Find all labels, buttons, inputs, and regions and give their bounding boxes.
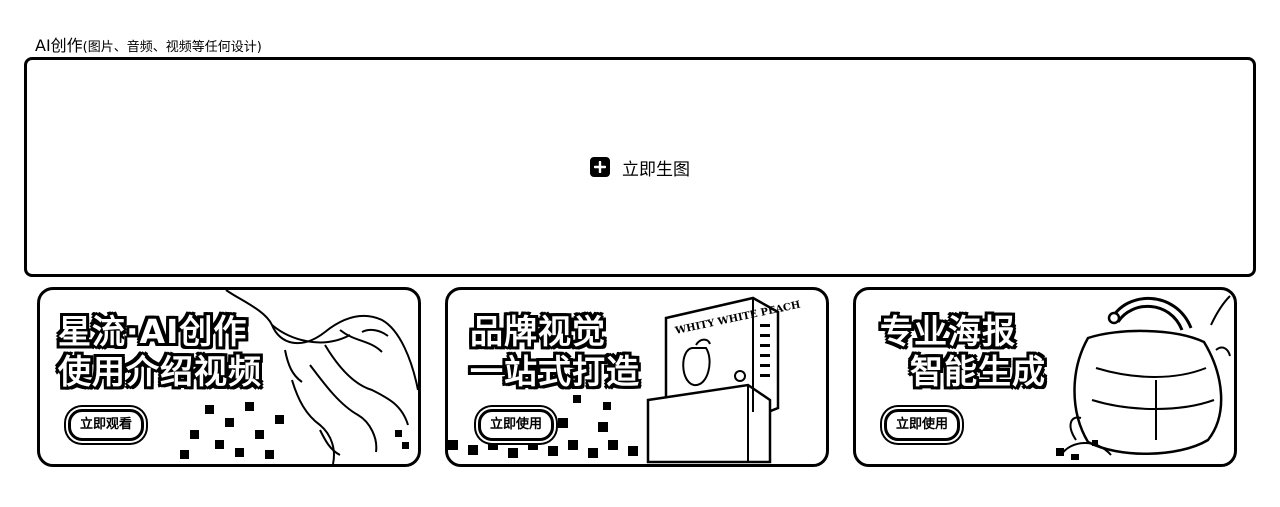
generate-image-label: 立即生图 bbox=[622, 159, 690, 180]
generate-image-panel[interactable]: 立即生图 bbox=[24, 57, 1256, 277]
section-title-main: AI创作 bbox=[35, 36, 83, 55]
card-intro-line2: 使用介绍视频 bbox=[58, 352, 262, 391]
card-poster-line2: 智能生成 bbox=[910, 352, 1046, 391]
section-title: AI创作(图片、音频、视频等任何设计) bbox=[35, 36, 262, 58]
use-now-button-poster[interactable]: 立即使用 bbox=[884, 409, 961, 441]
card-intro-line1: 星流·AI创作 bbox=[58, 312, 248, 351]
card-poster[interactable]: 专业海报 智能生成 立即使用 bbox=[853, 287, 1237, 467]
section-title-subtitle: (图片、音频、视频等任何设计) bbox=[82, 40, 262, 55]
generate-image-button[interactable]: 立即生图 bbox=[590, 155, 690, 180]
card-brand-visual[interactable]: WHITY WHITE PEACH 品牌视觉 一站式打造 立即使用 bbox=[445, 287, 829, 467]
watch-now-button[interactable]: 立即观看 bbox=[68, 409, 145, 441]
card-intro-video[interactable]: 星流·AI创作 使用介绍视频 立即观看 bbox=[37, 287, 421, 467]
plus-icon bbox=[590, 157, 610, 177]
card-poster-line1: 专业海报 bbox=[880, 312, 1016, 351]
card-brand-line2: 一站式打造 bbox=[470, 352, 640, 391]
use-now-button-brand[interactable]: 立即使用 bbox=[478, 409, 555, 441]
card-brand-line1: 品牌视觉 bbox=[470, 312, 606, 351]
